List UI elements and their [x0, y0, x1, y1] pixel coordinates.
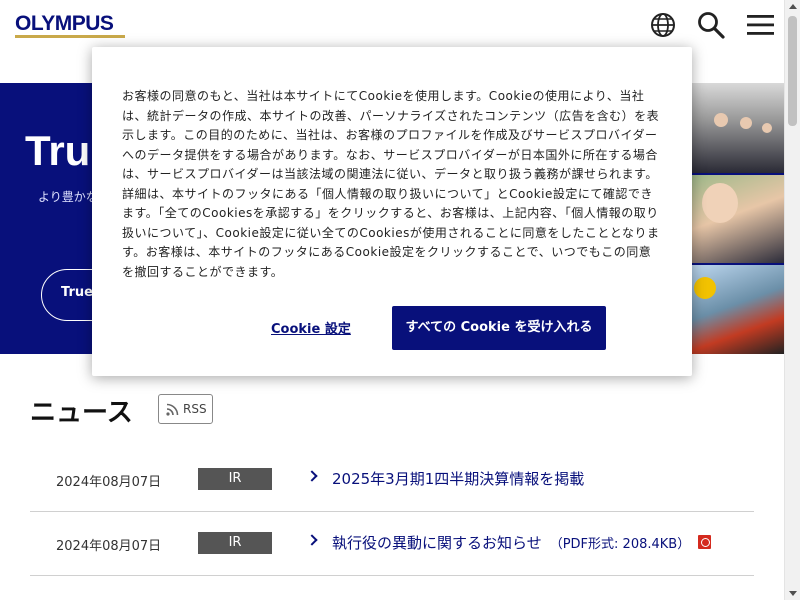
scroll-up-icon[interactable] [789, 4, 797, 9]
cookie-settings-link[interactable]: Cookie 設定 [271, 318, 351, 337]
scroll-down-icon[interactable] [789, 591, 797, 596]
accept-all-cookies-button[interactable]: すべての Cookie を受け入れる [392, 306, 606, 350]
cookie-consent-dialog: お客様の同意のもと、当社は本サイトにてCookieを使用します。Cookieの使… [92, 47, 692, 376]
cookie-consent-text: お客様の同意のもと、当社は本サイトにてCookieを使用します。Cookieの使… [122, 89, 660, 279]
page-scrollbar[interactable] [784, 0, 800, 600]
scroll-thumb[interactable] [788, 16, 797, 126]
